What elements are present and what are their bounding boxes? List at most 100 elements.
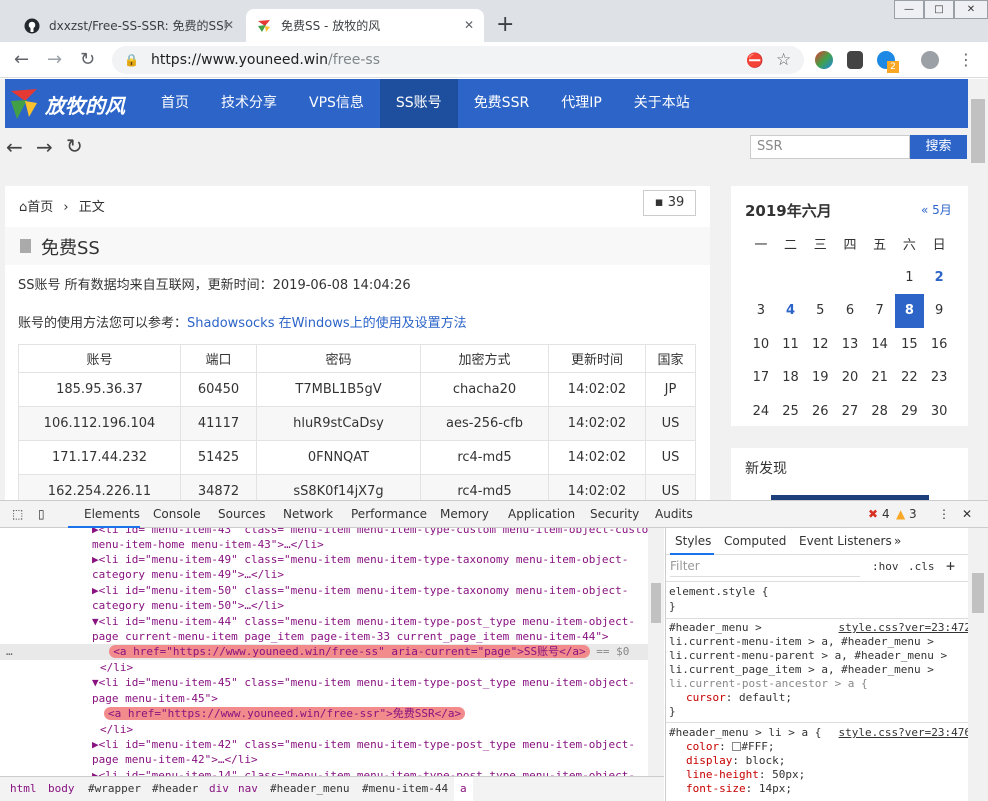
dom-crumb[interactable]: div [209,782,229,795]
selector-line[interactable]: li.current-menu-parent > a, #header_menu… [669,649,947,662]
menu-item-home[interactable]: 首页 [145,79,205,128]
scrollbar-thumb[interactable] [972,573,984,613]
dom-crumb[interactable]: body [48,782,75,795]
new-tab-button[interactable]: + [496,13,514,37]
style-declaration[interactable]: font-size: 14px; [686,782,792,795]
search-input[interactable]: SSR [750,135,910,159]
inspect-element-icon[interactable]: ⬚ [12,507,23,521]
calendar-day-link[interactable]: 2 [924,261,954,295]
address-bar[interactable]: 🔒 https://www.youneed.win/free-ss [112,46,804,74]
rule-source-link[interactable]: style.css?ver=23:472 [839,621,971,634]
minimize-button[interactable]: — [894,0,924,19]
site-logo[interactable]: 放牧的风 [9,85,125,123]
dom-crumb[interactable]: #header [152,782,198,795]
menu-item-proxy-ip[interactable]: 代理IP [545,79,618,128]
devtools-tab-console[interactable]: Console [153,507,201,521]
dom-line[interactable]: ▶<li id="menu-item-14" class="menu-item … [92,768,635,776]
rule-selector[interactable]: #header_menu > style.css?ver=23:472 [669,621,971,634]
menu-item-about[interactable]: 关于本站 [618,79,706,128]
dom-crumb-active[interactable]: a [454,777,473,801]
maximize-button[interactable]: □ [924,0,954,19]
dom-crumb[interactable]: html [10,782,37,795]
error-icon[interactable]: ✖ [868,507,878,521]
devtools-tab-memory[interactable]: Memory [440,507,489,521]
close-tab-icon[interactable]: ✕ [224,18,234,32]
dom-line[interactable]: </li> [100,660,133,676]
calendar-prev-month-link[interactable]: « 5月 [921,201,952,218]
comment-count-button[interactable]: ▪ 39 [643,190,696,216]
devtools-tab-sources[interactable]: Sources [218,507,265,521]
page-back-icon[interactable]: ← [6,136,23,158]
scrollbar-thumb[interactable] [971,99,985,163]
dom-line[interactable]: ▶<li id="menu-item-42" class="menu-item … [92,737,635,753]
profile-avatar-icon[interactable] [921,51,939,69]
breadcrumb-home[interactable]: 首页 [27,200,53,215]
back-arrow-icon[interactable]: ← [14,49,29,71]
lock-icon[interactable]: 🔒 [124,53,139,67]
extension-icon[interactable] [815,51,833,69]
devtools-close-icon[interactable]: ✕ [962,507,972,521]
bookmark-star-icon[interactable]: ☆ [776,49,791,71]
usage-link[interactable]: Shadowsocks 在Windows上的使用及设置方法 [187,316,467,331]
ublock-shield-icon[interactable] [847,51,863,69]
devtools-tab-security[interactable]: Security [590,507,639,521]
dom-line[interactable]: ▼<li id="menu-item-45" class="menu-item … [92,675,635,691]
calendar-day-today[interactable]: 8 [894,294,925,328]
styles-tab-computed[interactable]: Computed [724,534,786,548]
close-tab-icon[interactable]: ✕ [464,18,474,32]
menu-item-free-ssr[interactable]: 免费SSR [458,79,546,128]
anchor-pill[interactable]: <a href="https://www.youneed.win/free-ss… [104,707,466,720]
dom-line-selected[interactable]: … <a href="https://www.youneed.win/free-… [0,644,664,660]
style-declaration[interactable]: color: #FFF; [686,740,775,753]
browser-tab-free-ss[interactable]: 免费SS - 放牧的风 ✕ [246,9,484,42]
dom-line-anchor[interactable]: <a href="https://www.youneed.win/free-ss… [104,706,466,722]
elements-scrollbar[interactable] [648,528,664,776]
selector-line[interactable]: li.current-post-ancestor > a { [669,677,868,690]
forward-arrow-icon[interactable]: → [47,49,62,71]
style-declaration[interactable]: display: block; [686,754,785,767]
dom-line[interactable]: menu-item-home menu-item-43">…</li> [92,537,324,553]
calendar-day-link[interactable]: 4 [776,294,806,328]
selector-line[interactable]: li.current-menu-item > a, #header_menu > [669,635,934,648]
page-refresh-icon[interactable]: ↻ [66,135,83,157]
element-style-rule[interactable]: element.style { [669,585,768,598]
dom-crumb[interactable]: nav [238,782,258,795]
dom-line[interactable]: page menu-item-45"> [92,691,218,707]
dom-crumb[interactable]: #menu-item-44 [362,782,448,795]
scrollbar-thumb[interactable] [651,583,661,623]
hov-toggle[interactable]: :hov [872,560,899,573]
browser-tab-github[interactable]: dxxzst/Free-SS-SSR: 免费的SS账 ✕ [14,9,244,42]
menu-item-tech[interactable]: 技术分享 [205,79,293,128]
dom-line[interactable]: category menu-item-49">…</li> [92,567,284,583]
devtools-tab-audits[interactable]: Audits [655,507,693,521]
dom-line[interactable]: category menu-item-50">…</li> [92,598,284,614]
styles-tab-event-listeners[interactable]: Event Listeners [799,534,892,548]
styles-scrollbar[interactable] [968,528,988,801]
dom-line[interactable]: page menu-item-42">…</li> [92,752,258,768]
warning-icon[interactable]: ▲ [896,507,905,521]
menu-item-ss-account[interactable]: SS账号 [379,79,458,128]
selector-line[interactable]: li.current_page_item > a, #header_menu > [669,663,934,676]
search-button[interactable]: 搜索 [910,135,967,159]
dom-line[interactable]: ▶<li id="menu-item-49" class="menu-item … [92,552,628,568]
rule-selector[interactable]: #header_menu > li > a { style.css?ver=23… [669,726,971,739]
devtools-tab-performance[interactable]: Performance [351,507,427,521]
more-menu-icon[interactable]: ⋮ [958,49,974,71]
dom-line[interactable]: page current-menu-item page_item page-it… [92,629,609,645]
blocked-content-icon[interactable]: ⛔ [746,50,763,72]
dom-line[interactable]: ▼<li id="menu-item-44" class="menu-item … [92,614,635,630]
dom-line[interactable]: </li> [100,722,133,738]
rule-source-link[interactable]: style.css?ver=23:476 [839,726,971,739]
page-scrollbar[interactable] [968,79,988,500]
styles-tab-more[interactable]: » [894,534,901,548]
devtools-tab-application[interactable]: Application [508,507,575,521]
page-forward-icon[interactable]: → [36,136,53,158]
style-declaration[interactable]: line-height: 50px; [686,768,805,781]
selected-anchor-pill[interactable]: <a href="https://www.youneed.win/free-ss… [109,645,590,658]
devtools-tab-elements[interactable]: Elements [84,507,140,521]
new-rule-icon[interactable]: + [946,557,955,575]
styles-tab-styles[interactable]: Styles [675,534,711,548]
dom-line[interactable]: ▶<li id="menu-item-50" class="menu-item … [92,583,628,599]
dom-crumb[interactable]: #wrapper [88,782,141,795]
window-close-button[interactable]: ✕ [954,0,988,19]
